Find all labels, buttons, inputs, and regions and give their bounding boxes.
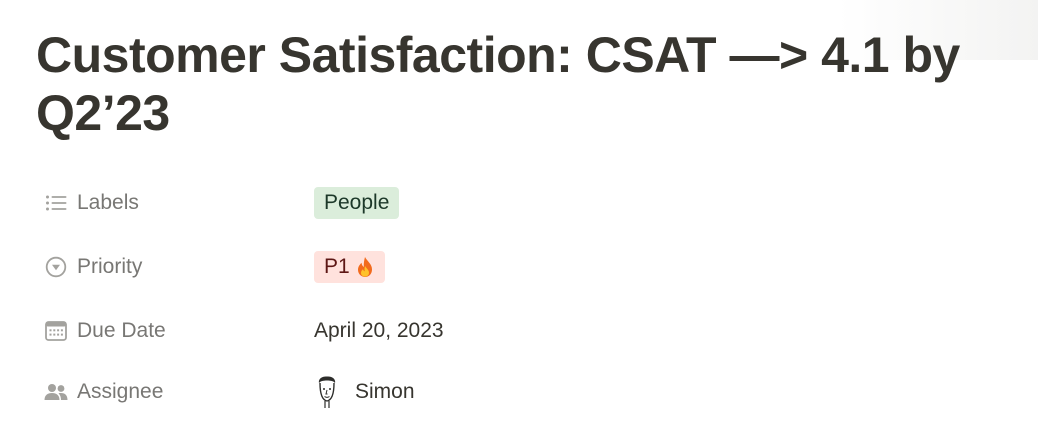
people-icon (41, 380, 71, 404)
calendar-icon (41, 319, 71, 343)
property-label: Due Date (77, 319, 166, 342)
list-icon (41, 191, 71, 215)
property-name-due-date[interactable]: Due Date (36, 319, 314, 343)
fire-emoji-icon (355, 256, 375, 278)
property-row-due-date: Due Date April 20, 2023 (36, 311, 1016, 351)
property-name-priority[interactable]: Priority (36, 255, 314, 279)
property-row-labels: Labels People (36, 183, 1016, 223)
assignee-name: Simon (355, 380, 415, 403)
property-label: Assignee (77, 380, 164, 403)
select-icon (41, 255, 71, 279)
property-name-labels[interactable]: Labels (36, 191, 314, 215)
property-label: Priority (77, 255, 143, 278)
property-value-due-date[interactable]: April 20, 2023 (314, 319, 444, 343)
page: Customer Satisfaction: CSAT —> 4.1 by Q2… (0, 0, 1038, 434)
property-value-labels[interactable]: People (314, 187, 400, 219)
property-row-priority: Priority P1 (36, 247, 1016, 287)
property-name-assignee[interactable]: Assignee (36, 380, 314, 404)
avatar-sketch-icon (314, 375, 340, 409)
tag-priority-label: P1 (324, 255, 350, 278)
page-title[interactable]: Customer Satisfaction: CSAT —> 4.1 by Q2… (36, 26, 1016, 142)
property-value-assignee[interactable]: Simon (314, 375, 415, 409)
tag-people[interactable]: People (314, 187, 400, 219)
property-value-priority[interactable]: P1 (314, 251, 385, 283)
property-row-assignee: Assignee Simon (36, 372, 1016, 412)
property-label: Labels (77, 191, 139, 214)
tag-priority[interactable]: P1 (314, 251, 385, 283)
